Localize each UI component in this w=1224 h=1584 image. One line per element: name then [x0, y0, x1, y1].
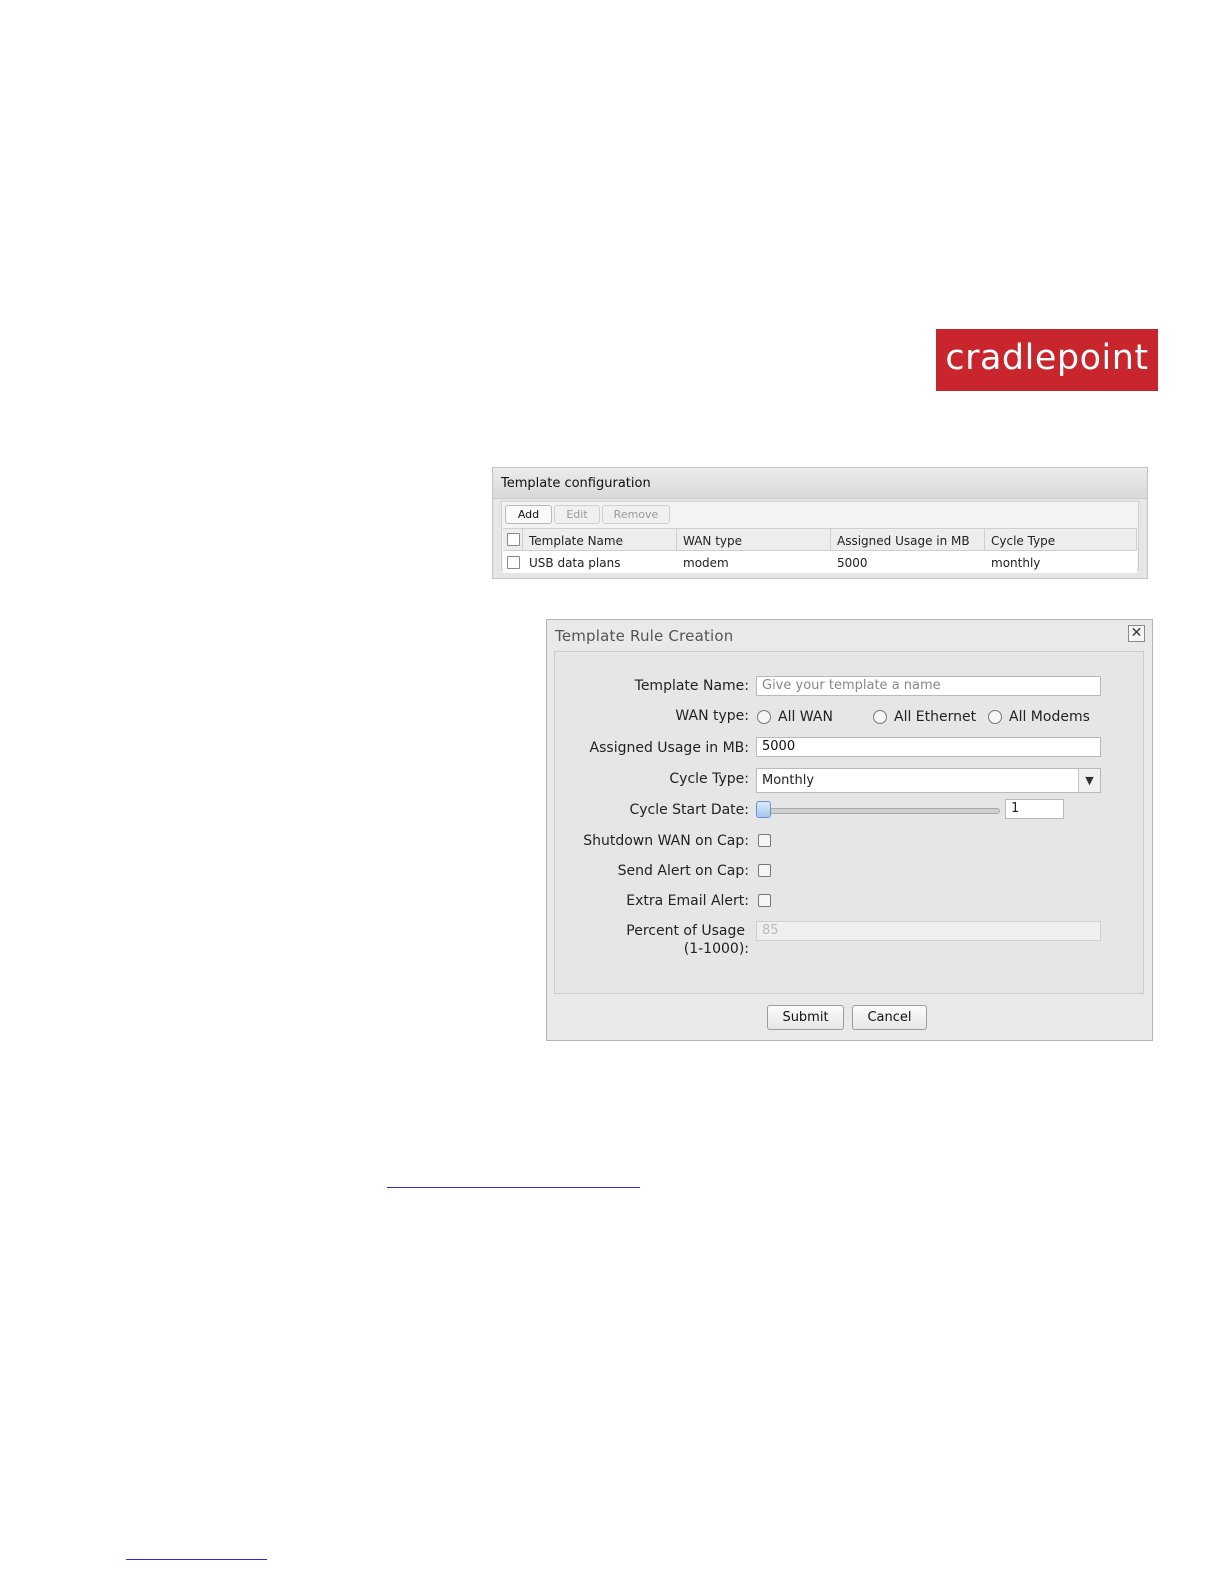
extra-email-alert-label: Extra Email Alert:	[626, 893, 749, 909]
cell-cycle-type: monthly	[991, 556, 1041, 570]
template-grid: Add Edit Remove Template Name WAN type A…	[501, 501, 1139, 573]
wan-type-label: WAN type:	[675, 708, 749, 724]
add-button[interactable]: Add	[505, 505, 552, 524]
cell-template-name: USB data plans	[529, 556, 621, 570]
send-alert-checkbox[interactable]	[758, 864, 771, 877]
select-all-cell	[503, 529, 523, 550]
cell-assigned-usage: 5000	[837, 556, 868, 570]
cycle-start-date-label: Cycle Start Date:	[629, 802, 749, 818]
radio-circle-icon[interactable]	[988, 710, 1002, 724]
cycle-type-label: Cycle Type:	[669, 771, 749, 787]
assigned-usage-input[interactable]: 5000	[756, 737, 1101, 757]
template-rule-creation-dialog: Template Rule Creation ✕ Template Name: …	[546, 619, 1153, 1041]
template-name-input[interactable]: Give your template a name	[756, 676, 1101, 696]
cycle-start-date-input[interactable]: 1	[1005, 799, 1064, 819]
column-header-template-name[interactable]: Template Name	[523, 529, 677, 550]
chevron-down-icon[interactable]: ▼	[1078, 769, 1100, 792]
close-icon[interactable]: ✕	[1128, 625, 1145, 642]
cycle-start-slider-track[interactable]	[760, 808, 1000, 814]
radio-all-modems[interactable]: All Modems	[988, 709, 1090, 725]
column-header-assigned-usage[interactable]: Assigned Usage in MB	[831, 529, 985, 550]
template-name-label: Template Name:	[634, 678, 749, 694]
panel-title: Template configuration	[493, 468, 1147, 499]
radio-circle-icon[interactable]	[873, 710, 887, 724]
radio-all-ethernet[interactable]: All Ethernet	[873, 709, 976, 725]
radio-label-all-modems: All Modems	[1009, 709, 1090, 725]
hyperlink-underline[interactable]	[387, 1187, 640, 1188]
extra-email-alert-checkbox[interactable]	[758, 894, 771, 907]
cradlepoint-logo: cradlepoint	[936, 329, 1158, 391]
template-configuration-panel: Template configuration Add Edit Remove T…	[492, 467, 1148, 579]
percent-usage-input[interactable]: 85	[756, 921, 1101, 941]
edit-button[interactable]: Edit	[554, 505, 600, 524]
table-header-row: Template Name WAN type Assigned Usage in…	[503, 528, 1137, 551]
cycle-type-value: Monthly	[762, 773, 815, 788]
cycle-type-select[interactable]: Monthly ▼	[756, 768, 1101, 793]
logo-text: cradlepoint	[945, 337, 1149, 378]
assigned-usage-label: Assigned Usage in MB:	[589, 740, 749, 756]
row-checkbox[interactable]	[507, 555, 520, 569]
cancel-button[interactable]: Cancel	[852, 1005, 927, 1030]
submit-button[interactable]: Submit	[767, 1005, 844, 1030]
send-alert-label: Send Alert on Cap:	[617, 863, 749, 879]
shutdown-wan-checkbox[interactable]	[758, 834, 771, 847]
percent-usage-range-label: (1-1000):	[684, 941, 749, 957]
shutdown-wan-label: Shutdown WAN on Cap:	[583, 833, 749, 849]
row-select-cell	[503, 551, 523, 573]
cycle-start-slider-handle[interactable]	[756, 801, 771, 818]
table-row[interactable]: USB data plans modem 5000 monthly	[503, 551, 1137, 573]
percent-usage-label-line1: Percent of Usage	[626, 923, 745, 939]
radio-circle-icon[interactable]	[757, 710, 771, 724]
radio-all-wan[interactable]: All WAN	[757, 709, 833, 725]
radio-label-all-wan: All WAN	[778, 709, 833, 725]
cell-wan-type: modem	[683, 556, 729, 570]
dialog-title: Template Rule Creation	[555, 627, 734, 645]
percent-usage-label: Percent of Usage	[626, 923, 745, 939]
column-header-cycle-type[interactable]: Cycle Type	[985, 529, 1137, 550]
percent-usage-label-line2: (1-1000):	[683, 941, 749, 957]
template-table: Template Name WAN type Assigned Usage in…	[503, 528, 1137, 573]
footnote-link-underline[interactable]	[126, 1559, 267, 1560]
select-all-checkbox[interactable]	[507, 533, 520, 546]
radio-label-all-ethernet: All Ethernet	[894, 709, 977, 725]
remove-button[interactable]: Remove	[602, 505, 670, 524]
grid-toolbar: Add Edit Remove	[505, 505, 670, 525]
column-header-wan-type[interactable]: WAN type	[677, 529, 831, 550]
dialog-form: Template Name: Give your template a name…	[554, 651, 1144, 994]
